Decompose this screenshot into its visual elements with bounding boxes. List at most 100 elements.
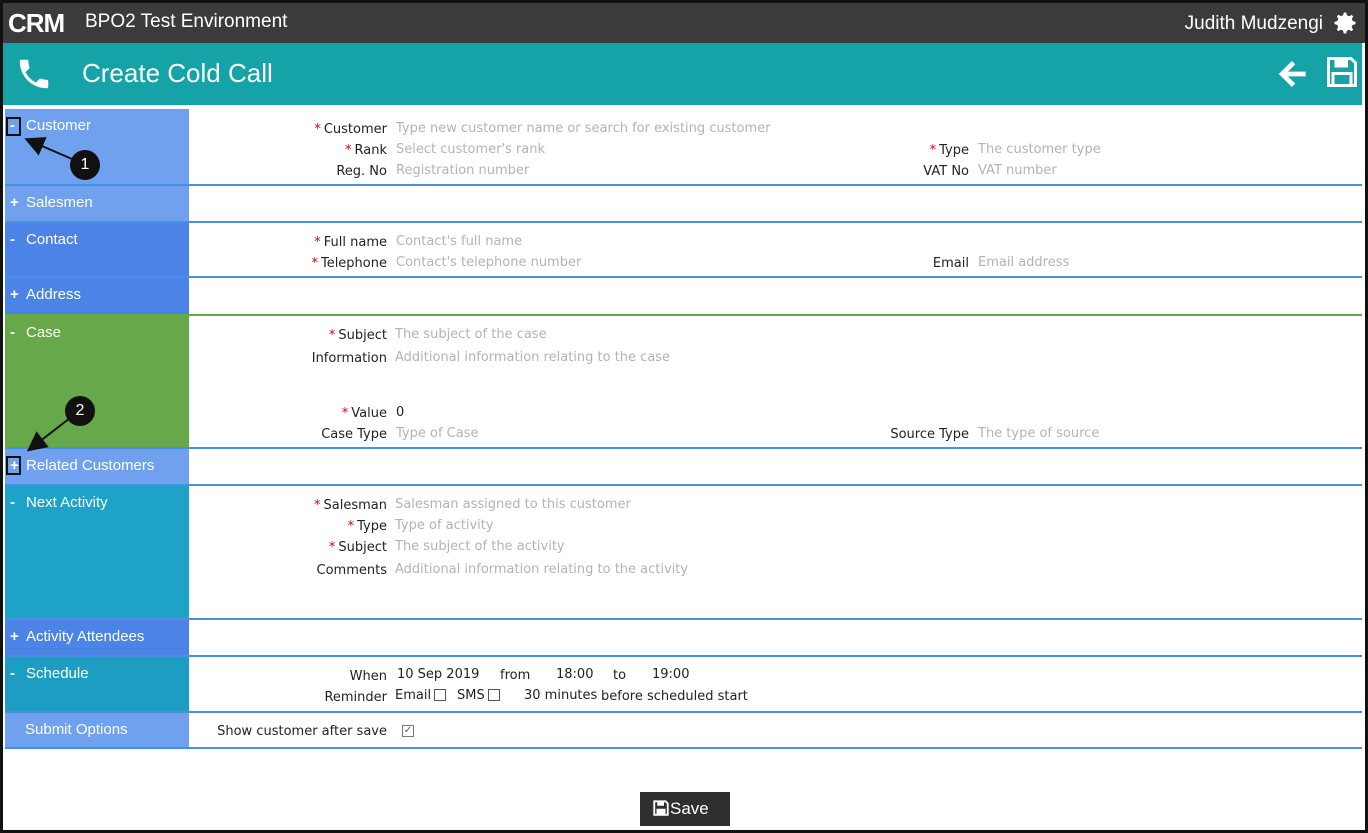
show-customer-after-save-label: Show customer after save <box>217 724 387 739</box>
regno-input[interactable]: Registration number <box>396 163 529 178</box>
activity-subject-input[interactable]: The subject of the activity <box>395 539 565 554</box>
section-header-case[interactable]: - Case <box>5 316 189 447</box>
value-input[interactable]: 0 <box>396 405 404 420</box>
case-subject-input[interactable]: The subject of the case <box>395 327 547 342</box>
regno-field-label: Reg. No <box>336 164 387 179</box>
section-customer: - Customer * Customer Type new customer na… <box>5 109 1362 186</box>
to-time-input[interactable]: 19:00 <box>652 667 689 682</box>
expand-toggle[interactable]: + <box>10 194 22 211</box>
section-case: - Case * Subject The subject of the case I… <box>5 316 1362 449</box>
save-icon[interactable] <box>1324 54 1360 90</box>
phone-icon <box>19 59 49 89</box>
highlight-box-related-toggle <box>6 456 21 475</box>
section-label: Salesmen <box>26 194 93 211</box>
from-time-input[interactable]: 18:00 <box>556 667 593 682</box>
show-customer-after-save-checkbox[interactable]: ✓ <box>402 725 414 737</box>
sms-reminder-label: SMS <box>457 688 485 703</box>
section-label: Contact <box>26 231 78 248</box>
sms-reminder-checkbox[interactable] <box>487 689 500 701</box>
telephone-input[interactable]: Contact's telephone number <box>396 255 581 270</box>
reminder-field-label: Reminder <box>324 690 387 705</box>
value-field-label: * Value <box>341 406 387 421</box>
vat-field-label: VAT No <box>923 164 969 179</box>
customer-field-label: * Customer <box>314 122 387 137</box>
page-title-bar: Create Cold Call <box>3 43 1362 105</box>
customer-input[interactable]: Type new customer name or search for exi… <box>396 121 771 136</box>
section-address: + Address <box>5 278 1362 316</box>
telephone-field-label: * Telephone <box>311 256 387 271</box>
section-header-activity-attendees[interactable]: + Activity Attendees <box>5 620 189 655</box>
case-information-textarea[interactable]: Additional information relating to the c… <box>395 350 670 365</box>
collapse-toggle[interactable]: - <box>10 324 22 341</box>
email-reminder[interactable]: Email <box>395 688 447 703</box>
section-label: Schedule <box>26 665 89 682</box>
section-schedule: - Schedule When 10 Sep 2019 from 18:00 to… <box>5 657 1362 713</box>
section-header-next-activity[interactable]: - Next Activity <box>5 486 189 618</box>
when-field-label: When <box>349 669 387 684</box>
email-reminder-label: Email <box>395 688 432 703</box>
email-input[interactable]: Email address <box>978 255 1069 270</box>
collapse-toggle[interactable]: - <box>10 494 22 511</box>
rank-field-label: * Rank <box>345 143 387 158</box>
top-bar: CRM BPO2 Test Environment Judith Mudzeng… <box>3 3 1365 43</box>
reminder-minutes-input[interactable]: 30 minutes <box>524 688 597 703</box>
gear-icon[interactable] <box>1331 9 1359 37</box>
section-header-submit-options: Submit Options <box>5 713 189 747</box>
user-name[interactable]: Judith Mudzengi <box>1185 13 1323 35</box>
rank-select[interactable]: Select customer's rank <box>396 142 545 157</box>
email-reminder-checkbox[interactable] <box>434 689 447 701</box>
section-related-customers: + Related Customers <box>5 449 1362 486</box>
source-type-select[interactable]: The type of source <box>978 426 1099 441</box>
activity-subject-field-label: * Subject <box>328 540 387 555</box>
comments-textarea[interactable]: Additional information relating to the a… <box>395 562 688 577</box>
section-header-related-customers[interactable]: + Related Customers <box>5 449 189 484</box>
type-field-label: * Type <box>929 143 969 158</box>
collapse-toggle[interactable]: - <box>10 665 22 682</box>
callout-2: 2 <box>65 396 95 426</box>
fullname-input[interactable]: Contact's full name <box>396 234 522 249</box>
section-header-address[interactable]: + Address <box>5 278 189 314</box>
section-label: Customer <box>26 117 92 134</box>
email-field-label: Email <box>932 256 969 271</box>
section-contact: - Contact * Full name Contact's full name … <box>5 223 1362 278</box>
back-arrow-icon[interactable] <box>1274 55 1312 93</box>
section-salesmen: + Salesmen <box>5 186 1362 223</box>
activity-type-select[interactable]: Type of activity <box>395 518 494 533</box>
section-header-contact[interactable]: - Contact <box>5 223 189 276</box>
sms-reminder[interactable]: SMS <box>457 688 500 703</box>
app-title: BPO2 Test Environment <box>85 11 288 32</box>
section-activity-attendees: + Activity Attendees <box>5 620 1362 657</box>
fullname-field-label: * Full name <box>314 235 387 250</box>
expand-toggle[interactable]: + <box>10 628 22 645</box>
activity-type-field-label: * Type <box>347 519 387 534</box>
case-type-select[interactable]: Type of Case <box>396 426 478 441</box>
to-label: to <box>613 668 627 683</box>
salesman-field-label: * Salesman <box>314 498 387 513</box>
section-next-activity: - Next Activity * Salesman Salesman assign… <box>5 486 1362 620</box>
comments-field-label: Comments <box>316 563 387 578</box>
case-type-field-label: Case Type <box>321 427 387 442</box>
expand-toggle[interactable]: + <box>10 286 22 303</box>
section-header-salesmen[interactable]: + Salesmen <box>5 186 189 221</box>
crm-logo: CRM <box>8 10 65 36</box>
section-label: Next Activity <box>26 494 108 511</box>
section-label: Submit Options <box>25 721 128 738</box>
svg-text:CRM: CRM <box>8 10 64 36</box>
section-label: Activity Attendees <box>26 628 145 645</box>
page-title: Create Cold Call <box>82 58 273 88</box>
customer-type-select[interactable]: The customer type <box>978 142 1101 157</box>
reminder-before-text: before scheduled start <box>601 689 748 704</box>
save-button-label: Save <box>670 799 709 818</box>
source-type-field-label: Source Type <box>890 427 969 442</box>
case-subject-field-label: * Subject <box>328 328 387 343</box>
section-label: Address <box>26 286 82 303</box>
section-label: Case <box>26 324 62 341</box>
save-button[interactable]: Save <box>640 792 730 826</box>
section-header-schedule[interactable]: - Schedule <box>5 657 189 711</box>
vat-input[interactable]: VAT number <box>978 163 1057 178</box>
collapse-toggle[interactable]: - <box>10 231 22 248</box>
salesman-select[interactable]: Salesman assigned to this customer <box>395 497 631 512</box>
schedule-date-input[interactable]: 10 Sep 2019 <box>397 667 479 682</box>
from-label: from <box>500 668 531 683</box>
section-label: Related Customers <box>26 457 155 474</box>
